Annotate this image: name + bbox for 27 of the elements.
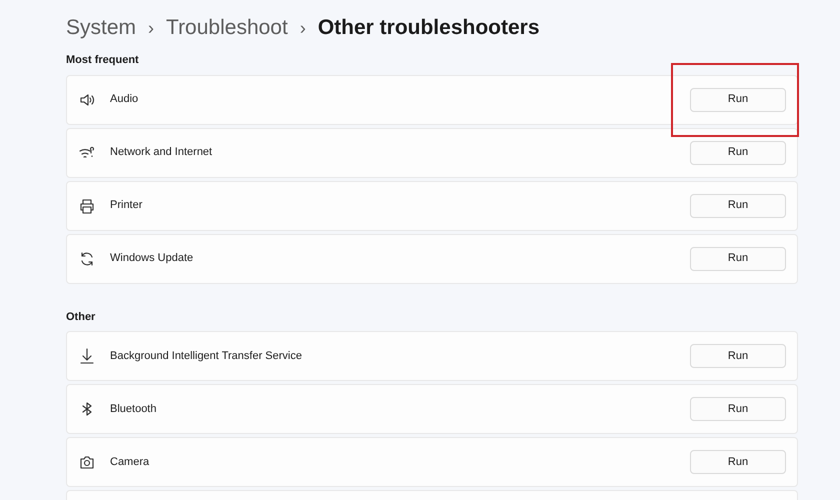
speaker-icon [79, 92, 95, 108]
breadcrumb-separator: › [300, 16, 306, 40]
troubleshooter-label: Bluetooth [110, 402, 158, 417]
page-title: Other troubleshooters [318, 15, 540, 42]
run-button[interactable]: Run [690, 450, 786, 474]
wifi-icon [79, 144, 95, 160]
refresh-icon [79, 250, 95, 266]
troubleshooter-label: Camera [110, 454, 150, 470]
printer-icon [79, 198, 95, 214]
run-button[interactable]: Run [690, 246, 786, 270]
troubleshooter-label: Network and Internet [110, 145, 214, 160]
troubleshooter-label: Background Intelligent Transfer Service [110, 348, 303, 364]
download-icon [79, 348, 95, 364]
section-heading: Most frequent [66, 53, 140, 68]
troubleshooter-label: Windows Update [110, 251, 194, 266]
breadcrumb-link[interactable]: Troubleshoot [166, 12, 288, 44]
section-heading: Other [66, 310, 96, 324]
camera-icon [79, 454, 95, 470]
breadcrumb-separator: › [148, 16, 154, 40]
run-button[interactable]: Run [690, 140, 786, 164]
troubleshooter-label: Audio [110, 92, 140, 108]
run-button[interactable]: Run [690, 194, 786, 218]
run-button[interactable]: Run [690, 88, 786, 112]
run-button[interactable]: Run [690, 397, 786, 421]
run-button[interactable]: Run [690, 344, 786, 368]
troubleshooter-label: Printer [110, 198, 144, 214]
breadcrumb-link[interactable]: System [66, 12, 136, 44]
